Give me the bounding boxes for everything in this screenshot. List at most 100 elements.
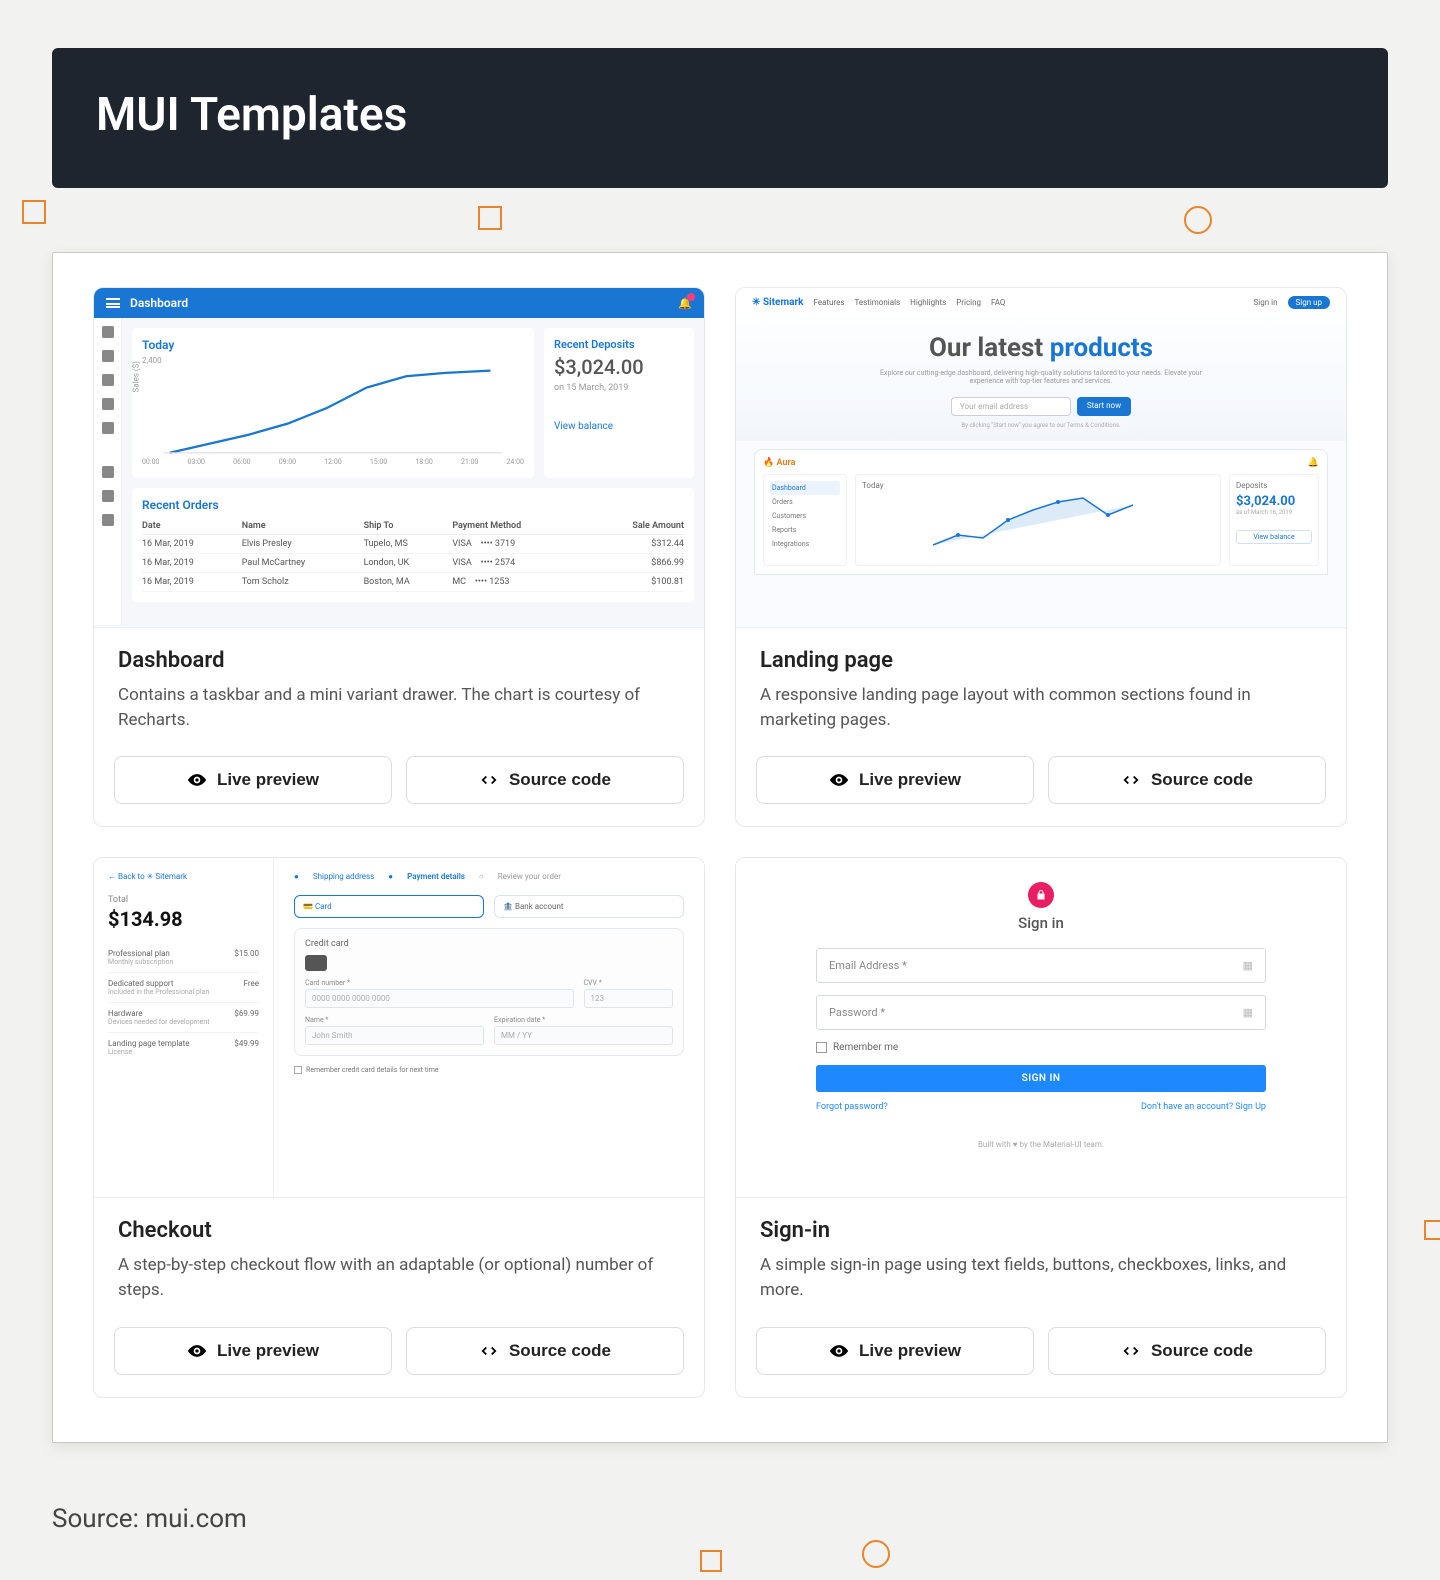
remember-checkbox[interactable]: Remember credit card details for next ti…	[294, 1066, 684, 1074]
nav-link[interactable]: FAQ	[991, 298, 1005, 307]
tab-bank[interactable]: 🏦 Bank account	[494, 895, 684, 918]
mini-sidenav: Dashboard Orders Customers Reports Integ…	[763, 474, 847, 566]
drawer-icon[interactable]	[102, 490, 114, 502]
tab-card[interactable]: 💳 Card	[294, 895, 484, 918]
forgot-password-link[interactable]: Forgot password?	[816, 1102, 888, 1112]
live-preview-button[interactable]: Live preview	[756, 756, 1034, 804]
expiry-input[interactable]: MM / YY	[494, 1026, 673, 1045]
source-code-button[interactable]: Source code	[1048, 1327, 1326, 1375]
chart-ytick: 2,400	[142, 356, 524, 365]
card-desc: A step-by-step checkout flow with an ada…	[118, 1253, 680, 1302]
side-item[interactable]: Dashboard	[770, 481, 840, 495]
code-icon	[1121, 770, 1141, 790]
side-item[interactable]: Integrations	[770, 537, 840, 551]
col-date: Date	[142, 518, 242, 535]
name-input[interactable]: John Smith	[305, 1026, 484, 1045]
back-link[interactable]: ← Back to ✳ Sitemark	[108, 872, 259, 881]
drawer-icon[interactable]	[102, 326, 114, 338]
bell-icon[interactable]: 🔔	[1308, 458, 1319, 468]
cvv-input[interactable]: 123	[584, 989, 674, 1008]
thumbnail-landing: ✳ Sitemark Features Testimonials Highlig…	[736, 288, 1346, 628]
mini-deposits-title: Deposits	[1236, 481, 1312, 490]
email-field[interactable]: Email Address *▦	[816, 948, 1266, 983]
bell-icon[interactable]	[678, 296, 692, 310]
eye-icon	[829, 770, 849, 790]
card-title: Landing page	[760, 648, 1322, 673]
drawer-icon[interactable]	[102, 514, 114, 526]
source-code-button[interactable]: Source code	[1048, 756, 1326, 804]
hero-heading: Our latest products	[766, 333, 1316, 363]
thumbnail-dashboard: Dashboard	[94, 288, 704, 628]
button-label: Live preview	[859, 770, 961, 790]
password-field[interactable]: Password *▦	[816, 995, 1266, 1030]
live-preview-button[interactable]: Live preview	[114, 756, 392, 804]
drawer-icon[interactable]	[102, 398, 114, 410]
lock-icon	[1028, 882, 1054, 908]
col-shipto: Ship To	[364, 518, 453, 535]
signup-link[interactable]: Don't have an account? Sign Up	[1141, 1102, 1266, 1112]
mini-deposits-amount: $3,024.00	[1236, 494, 1312, 509]
deposits-date: on 15 March, 2019	[554, 383, 684, 393]
decor-square	[478, 206, 502, 230]
brand-logo[interactable]: ✳ Sitemark	[752, 297, 803, 308]
nav-link[interactable]: Pricing	[956, 298, 981, 307]
live-preview-button[interactable]: Live preview	[114, 1327, 392, 1375]
chart-title: Today	[142, 338, 524, 352]
table-row: 16 Mar, 2019Paul McCartneyLondon, UKVISA…	[142, 554, 684, 573]
page-header: MUI Templates	[52, 48, 1388, 188]
hamburger-icon[interactable]	[106, 298, 120, 308]
side-item[interactable]: Customers	[770, 509, 840, 523]
hero-fineprint: By clicking "Start now" you agree to our…	[766, 422, 1316, 429]
drawer-icon[interactable]	[102, 422, 114, 434]
code-icon	[479, 770, 499, 790]
source-code-button[interactable]: Source code	[406, 756, 684, 804]
template-card-checkout: ← Back to ✳ Sitemark Total $134.98 Profe…	[93, 857, 705, 1397]
nav-signup[interactable]: Sign up	[1288, 296, 1331, 309]
mini-deposits: Deposits $3,024.00 as of March 16, 2019 …	[1229, 474, 1319, 566]
step-label: Payment details	[407, 872, 465, 881]
nav-link[interactable]: Features	[813, 298, 844, 307]
col-payment: Payment Method	[452, 518, 584, 535]
nav-link[interactable]: Testimonials	[854, 298, 900, 307]
line-item: HardwareDevices needed for development$6…	[108, 1003, 259, 1033]
live-preview-button[interactable]: Live preview	[756, 1327, 1034, 1375]
decor-square	[1424, 1220, 1440, 1240]
view-balance-button[interactable]: View balance	[1236, 530, 1312, 544]
stepper: ●Shipping address ●Payment details ○Revi…	[294, 872, 684, 881]
template-card-signin: Sign in Email Address *▦ Password *▦ Rem…	[735, 857, 1347, 1397]
step-label: Review your order	[498, 872, 561, 881]
signin-footer: Built with ♥ by the Material-UI team.	[978, 1140, 1104, 1149]
hero-subtext: Explore our cutting-edge dashboard, deli…	[871, 369, 1211, 385]
templates-panel: Dashboard	[52, 252, 1388, 1443]
drawer-icon[interactable]	[102, 466, 114, 478]
field-label: Name *	[305, 1016, 484, 1024]
col-amount: Sale Amount	[585, 518, 684, 535]
deposits-card: Recent Deposits $3,024.00 on 15 March, 2…	[544, 328, 694, 478]
side-item[interactable]: Orders	[770, 495, 840, 509]
total-amount: $134.98	[108, 907, 259, 931]
card-desc: A simple sign-in page using text fields,…	[760, 1253, 1322, 1302]
card-number-input[interactable]: 0000 0000 0000 0000	[305, 989, 574, 1008]
drawer-icon[interactable]	[102, 374, 114, 386]
card-title: Sign-in	[760, 1218, 1322, 1243]
decor-square	[22, 200, 46, 224]
remember-checkbox[interactable]: Remember me	[816, 1042, 1266, 1053]
view-balance-link[interactable]: View balance	[554, 421, 684, 432]
eye-icon	[187, 1341, 207, 1361]
decor-square	[700, 1550, 722, 1572]
field-label: CVV *	[584, 979, 674, 987]
mini-chart-title: Today	[862, 481, 1214, 490]
button-label: Live preview	[217, 1341, 319, 1361]
source-code-button[interactable]: Source code	[406, 1327, 684, 1375]
button-label: Live preview	[859, 1341, 961, 1361]
eye-icon	[829, 1341, 849, 1361]
nav-signin[interactable]: Sign in	[1254, 298, 1278, 307]
nav-link[interactable]: Highlights	[910, 298, 946, 307]
drawer-icon[interactable]	[102, 350, 114, 362]
appbar-title: Dashboard	[130, 296, 188, 310]
email-input[interactable]: Your email address	[951, 397, 1071, 416]
start-now-button[interactable]: Start now	[1077, 397, 1131, 416]
signin-button[interactable]: SIGN IN	[816, 1065, 1266, 1092]
card-chip-icon	[305, 955, 327, 971]
side-item[interactable]: Reports	[770, 523, 840, 537]
